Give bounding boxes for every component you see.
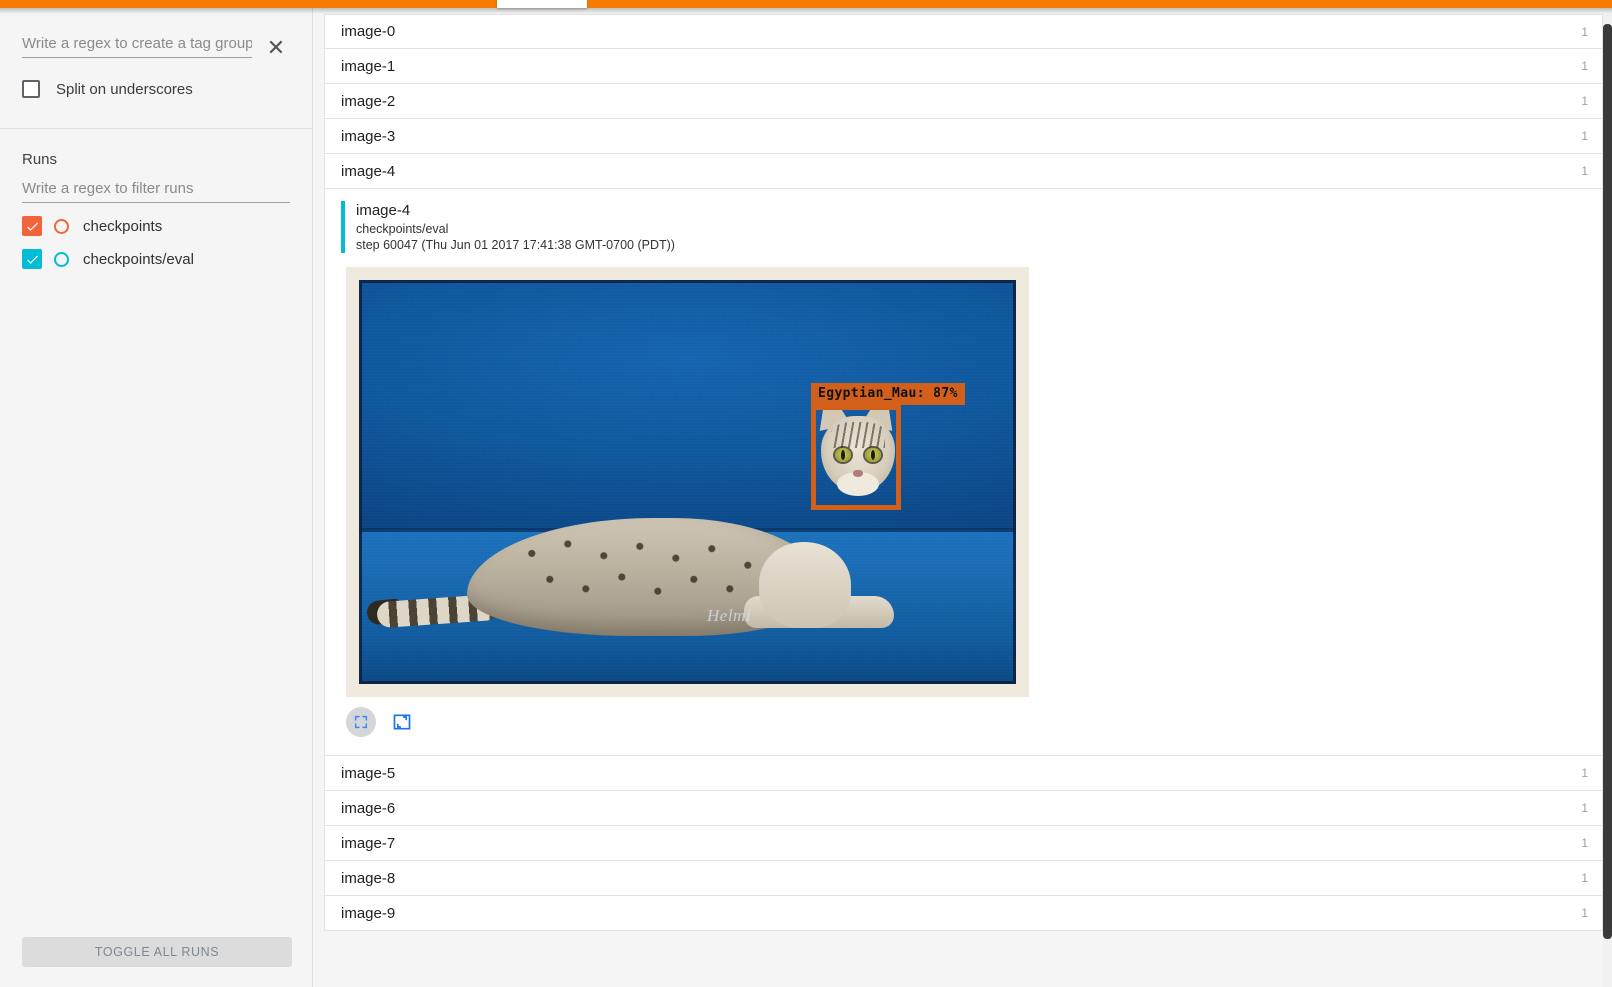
- tag-row-image-5[interactable]: image-5 1: [324, 756, 1603, 791]
- tag-row-label: image-7: [341, 835, 1581, 852]
- tag-row-count: 1: [1581, 871, 1588, 885]
- tag-row-count: 1: [1581, 94, 1588, 108]
- tag-row-label: image-8: [341, 870, 1581, 887]
- tag-group-regex-input[interactable]: [22, 35, 252, 58]
- tag-row-image-3[interactable]: image-3 1: [324, 119, 1603, 154]
- tag-row-label: image-3: [341, 128, 1581, 145]
- tag-row-count: 1: [1581, 164, 1588, 178]
- photo-watermark: Helmi: [707, 606, 751, 626]
- split-on-underscores-checkbox[interactable]: [22, 80, 40, 98]
- split-on-underscores-row[interactable]: Split on underscores: [22, 80, 290, 98]
- main-content: image-0 1 image-1 1 image-2 1 image-3 1 …: [324, 14, 1612, 987]
- image-preview[interactable]: Egyptian_Mau: 87% Helmi: [346, 267, 1029, 697]
- cat-chest: [759, 542, 851, 628]
- close-icon[interactable]: ✕: [262, 34, 290, 62]
- actual-size-icon[interactable]: [390, 710, 414, 734]
- detection-bounding-box: [811, 405, 901, 510]
- image-card-tag: image-4: [356, 201, 1602, 221]
- image-card-run: checkpoints/eval: [356, 221, 1602, 237]
- run-filter-row: [22, 180, 290, 203]
- tag-row-count: 1: [1581, 836, 1588, 850]
- tag-row-count: 1: [1581, 59, 1588, 73]
- split-on-underscores-label: Split on underscores: [56, 81, 193, 98]
- tag-list-scroll-area: image-0 1 image-1 1 image-2 1 image-3 1 …: [324, 14, 1603, 987]
- app-top-bar: [0, 0, 1612, 8]
- tag-row-image-0[interactable]: image-0 1: [324, 14, 1603, 49]
- tag-row-count: 1: [1581, 25, 1588, 39]
- tag-row-image-7[interactable]: image-7 1: [324, 826, 1603, 861]
- run-checkbox-checkpoints[interactable]: [22, 216, 42, 236]
- fullscreen-icon[interactable]: [346, 707, 376, 737]
- tag-row-label: image-9: [341, 905, 1581, 922]
- image-toolbar: [346, 707, 1602, 737]
- run-regex-input[interactable]: [22, 180, 290, 203]
- main-scrollbar-thumb[interactable]: [1603, 24, 1612, 939]
- image-card-step: step 60047 (Thu Jun 01 2017 17:41:38 GMT…: [356, 237, 1602, 253]
- tag-row-label: image-2: [341, 93, 1581, 110]
- run-item-checkpoints-eval[interactable]: checkpoints/eval: [22, 249, 290, 269]
- tag-row-label: image-1: [341, 58, 1581, 75]
- image-card-header: image-4 checkpoints/eval step 60047 (Thu…: [341, 201, 1602, 253]
- tag-row-image-6[interactable]: image-6 1: [324, 791, 1603, 826]
- tag-row-label: image-4: [341, 163, 1581, 180]
- tag-group-section: ✕ Split on underscores: [0, 8, 312, 98]
- run-checkbox-checkpoints-eval[interactable]: [22, 249, 42, 269]
- tag-row-image-2[interactable]: image-2 1: [324, 84, 1603, 119]
- run-label-checkpoints-eval: checkpoints/eval: [83, 251, 194, 268]
- run-label-checkpoints: checkpoints: [83, 218, 162, 235]
- detection-label: Egyptian_Mau: 87%: [811, 383, 965, 405]
- runs-heading: Runs: [22, 129, 290, 168]
- run-item-checkpoints[interactable]: checkpoints: [22, 216, 290, 236]
- expanded-image-card: image-4 checkpoints/eval step 60047 (Thu…: [324, 189, 1603, 756]
- tag-row-image-4[interactable]: image-4 1: [324, 154, 1603, 189]
- tag-row-count: 1: [1581, 766, 1588, 780]
- tag-row-label: image-5: [341, 765, 1581, 782]
- tag-row-image-1[interactable]: image-1 1: [324, 49, 1603, 84]
- tag-row-image-8[interactable]: image-8 1: [324, 861, 1603, 896]
- toggle-all-runs-button[interactable]: TOGGLE ALL RUNS: [22, 937, 292, 967]
- photo-canvas: Egyptian_Mau: 87% Helmi: [359, 280, 1016, 684]
- run-color-dot-checkpoints-eval: [54, 252, 69, 267]
- main-scrollbar[interactable]: [1603, 14, 1612, 987]
- tag-row-image-9[interactable]: image-9 1: [324, 896, 1603, 931]
- run-color-dot-checkpoints: [54, 219, 69, 234]
- tag-row-label: image-0: [341, 23, 1581, 40]
- tag-row-count: 1: [1581, 906, 1588, 920]
- tag-row-count: 1: [1581, 129, 1588, 143]
- tag-row-label: image-6: [341, 800, 1581, 817]
- runs-section: Runs checkpoints checkpoints/eval: [0, 129, 312, 269]
- tag-filter-row: ✕: [22, 8, 290, 58]
- top-bar-shadow: [0, 8, 1612, 14]
- sidebar: ✕ Split on underscores Runs checkpoints …: [0, 8, 313, 987]
- tag-row-count: 1: [1581, 801, 1588, 815]
- active-tab-indicator[interactable]: [497, 0, 587, 8]
